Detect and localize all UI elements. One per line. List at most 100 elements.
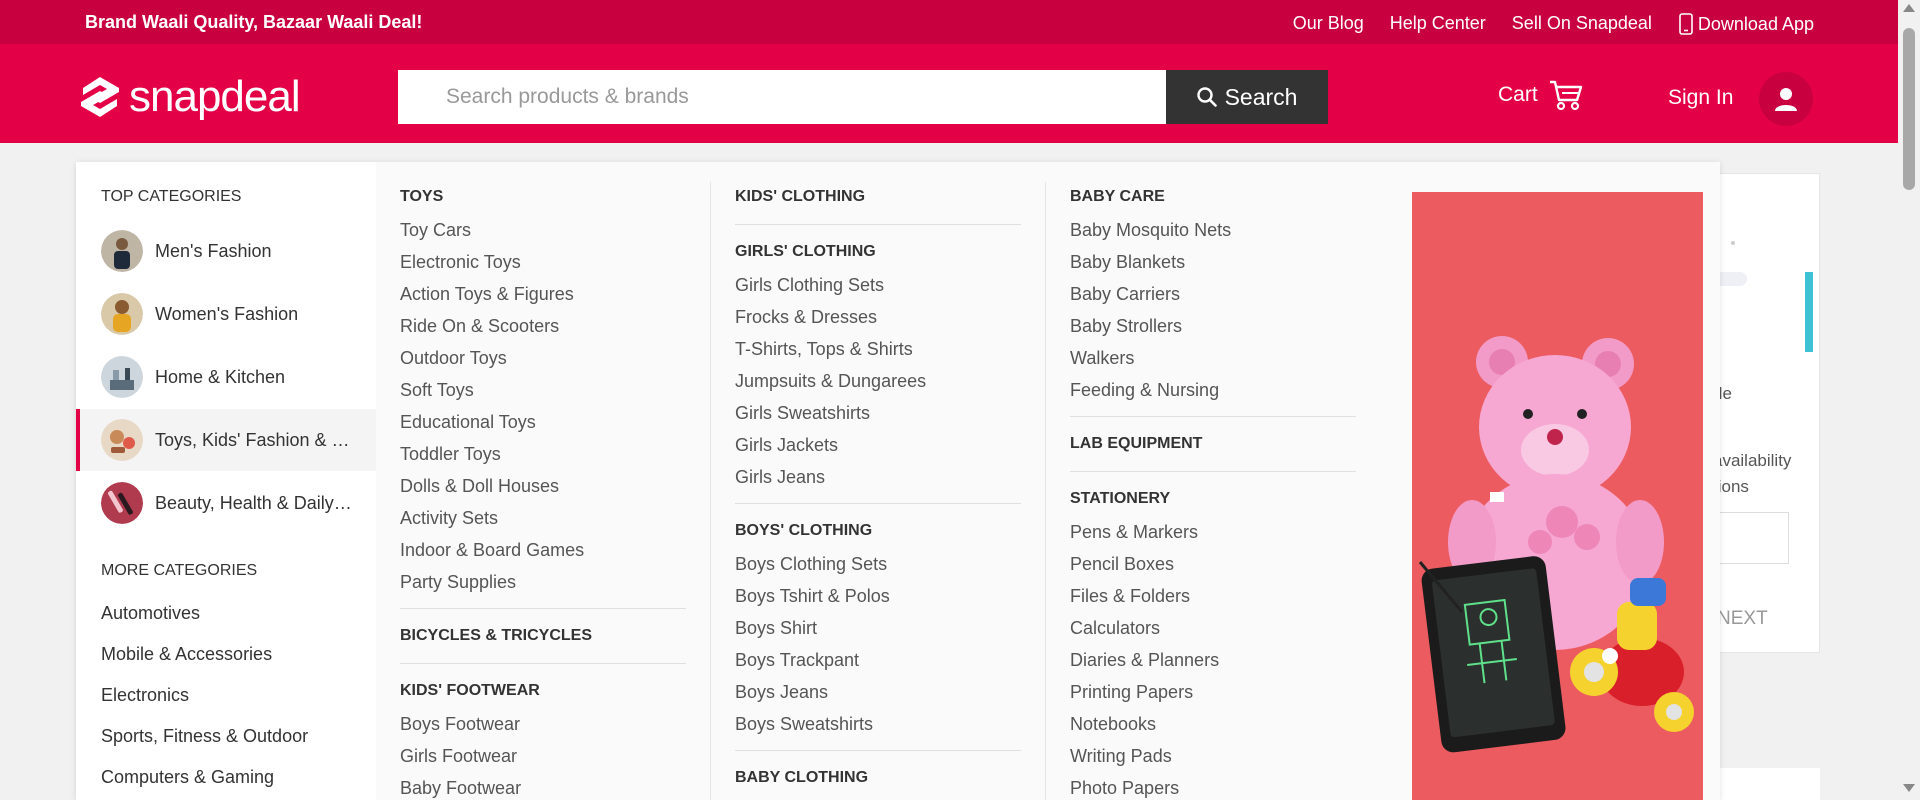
- search-button[interactable]: Search: [1166, 70, 1328, 124]
- menu-item[interactable]: Boys Trackpant: [735, 650, 859, 671]
- tagline: Brand Waali Quality, Bazaar Waali Deal!: [85, 12, 423, 32]
- menu-item[interactable]: Jumpsuits & Dungarees: [735, 371, 926, 392]
- baby-care-heading[interactable]: BABY CARE: [1070, 188, 1165, 206]
- divider: [735, 224, 1021, 225]
- menu-item[interactable]: Toy Cars: [400, 220, 471, 241]
- sidebar-item-label: Men's Fashion: [155, 240, 272, 261]
- column-divider: [1045, 182, 1046, 800]
- search-input[interactable]: [398, 70, 1168, 124]
- menu-item[interactable]: Writing Pads: [1070, 746, 1172, 767]
- sidebar-item-label: Home & Kitchen: [155, 366, 286, 387]
- menu-item[interactable]: Boys Footwear: [400, 714, 520, 735]
- menu-item[interactable]: Girls Jeans: [735, 467, 825, 488]
- menu-item[interactable]: Diaries & Planners: [1070, 650, 1219, 671]
- menu-item[interactable]: T-Shirts, Tops & Shirts: [735, 339, 913, 360]
- menu-item[interactable]: Girls Jackets: [735, 435, 838, 456]
- menu-item[interactable]: Girls Clothing Sets: [735, 275, 884, 296]
- stationery-heading[interactable]: STATIONERY: [1070, 490, 1170, 508]
- more-category-electronics[interactable]: Electronics: [101, 685, 189, 706]
- sell-on-snapdeal-link[interactable]: Sell On Snapdeal: [1512, 13, 1652, 35]
- menu-item[interactable]: Indoor & Board Games: [400, 540, 584, 561]
- menu-item[interactable]: Dolls & Doll Houses: [400, 476, 559, 497]
- menu-item[interactable]: Frocks & Dresses: [735, 307, 877, 328]
- menu-item[interactable]: Baby Blankets: [1070, 252, 1185, 273]
- menu-item[interactable]: Electronic Toys: [400, 252, 521, 273]
- promo-banner-image[interactable]: [1412, 192, 1703, 800]
- toys-heading[interactable]: TOYS: [400, 188, 443, 206]
- background-text-line: availability: [1713, 451, 1792, 470]
- menu-item[interactable]: Baby Strollers: [1070, 316, 1182, 337]
- boys-clothing-heading[interactable]: BOYS' CLOTHING: [735, 522, 872, 540]
- cart-button[interactable]: Cart: [1498, 78, 1584, 112]
- menu-item[interactable]: Notebooks: [1070, 714, 1156, 735]
- sidebar-item-home-kitchen[interactable]: Home & Kitchen: [76, 346, 376, 408]
- menu-item[interactable]: Boys Tshirt & Polos: [735, 586, 890, 607]
- menu-item[interactable]: Boys Shirt: [735, 618, 817, 639]
- menu-item[interactable]: Baby Carriers: [1070, 284, 1180, 305]
- page-scrollbar[interactable]: [1898, 0, 1920, 800]
- menu-item[interactable]: Pens & Markers: [1070, 522, 1198, 543]
- background-card-bottom: [1720, 768, 1820, 800]
- menu-item[interactable]: Boys Clothing Sets: [735, 554, 887, 575]
- sidebar-item-beauty-health[interactable]: Beauty, Health & Daily Needs: [76, 472, 376, 534]
- sidebar-item-mens-fashion[interactable]: Men's Fashion: [76, 220, 376, 282]
- download-app-link[interactable]: Download App: [1678, 13, 1814, 35]
- menu-item[interactable]: Boys Jeans: [735, 682, 828, 703]
- carousel-dot: [1731, 241, 1735, 245]
- divider: [400, 663, 686, 664]
- lab-equipment-heading[interactable]: LAB EQUIPMENT: [1070, 435, 1202, 453]
- sidebar-item-label: Beauty, Health & Daily Needs: [155, 492, 355, 513]
- user-avatar-button[interactable]: [1759, 72, 1813, 126]
- user-icon: [1775, 88, 1797, 111]
- menu-item[interactable]: Action Toys & Figures: [400, 284, 574, 305]
- toys-promo-illustration: [1412, 192, 1703, 800]
- kids-footwear-heading[interactable]: KIDS' FOOTWEAR: [400, 682, 540, 700]
- sidebar-item-womens-fashion[interactable]: Women's Fashion: [76, 283, 376, 345]
- baby-clothing-heading[interactable]: BABY CLOTHING: [735, 769, 868, 787]
- our-blog-link[interactable]: Our Blog: [1293, 13, 1364, 35]
- menu-item[interactable]: Baby Footwear: [400, 778, 521, 799]
- more-category-computers[interactable]: Computers & Gaming: [101, 767, 274, 788]
- girls-clothing-heading[interactable]: GIRLS' CLOTHING: [735, 243, 876, 261]
- menu-item[interactable]: Activity Sets: [400, 508, 498, 529]
- top-categories-heading: TOP CATEGORIES: [101, 188, 242, 205]
- top-bar: Brand Waali Quality, Bazaar Waali Deal! …: [0, 0, 1920, 44]
- menu-item[interactable]: Soft Toys: [400, 380, 474, 401]
- divider: [400, 608, 686, 609]
- menu-item[interactable]: Toddler Toys: [400, 444, 501, 465]
- menu-item[interactable]: Printing Papers: [1070, 682, 1193, 703]
- more-category-mobile[interactable]: Mobile & Accessories: [101, 644, 272, 665]
- snapdeal-logo[interactable]: snapdeal: [77, 72, 301, 122]
- main-header: snapdeal Search Cart Sign In: [0, 44, 1920, 143]
- scroll-up-arrow-icon[interactable]: [1903, 4, 1915, 12]
- bicycles-heading[interactable]: BICYCLES & TRICYCLES: [400, 627, 592, 645]
- divider: [735, 503, 1021, 504]
- menu-item[interactable]: Girls Sweatshirts: [735, 403, 870, 424]
- scrollbar-thumb[interactable]: [1903, 28, 1915, 190]
- menu-item[interactable]: Photo Papers: [1070, 778, 1179, 799]
- menu-item[interactable]: Educational Toys: [400, 412, 536, 433]
- kids-clothing-heading[interactable]: KIDS' CLOTHING: [735, 188, 865, 206]
- menu-item[interactable]: Girls Footwear: [400, 746, 517, 767]
- next-button[interactable]: NEXT: [1717, 608, 1768, 630]
- home-kitchen-thumbnail: [101, 356, 143, 398]
- menu-item[interactable]: Outdoor Toys: [400, 348, 507, 369]
- background-text-fragment-2: availability tions: [1713, 448, 1791, 500]
- logo-text: snapdeal: [129, 72, 301, 121]
- divider: [1070, 416, 1356, 417]
- menu-item[interactable]: Ride On & Scooters: [400, 316, 559, 337]
- sidebar-item-toys-kids-fashion[interactable]: Toys, Kids' Fashion & more: [76, 409, 376, 471]
- menu-item[interactable]: Party Supplies: [400, 572, 516, 593]
- scroll-down-arrow-icon[interactable]: [1903, 784, 1915, 792]
- menu-item[interactable]: Files & Folders: [1070, 586, 1190, 607]
- more-category-sports[interactable]: Sports, Fitness & Outdoor: [101, 726, 308, 747]
- menu-item[interactable]: Pencil Boxes: [1070, 554, 1174, 575]
- help-center-link[interactable]: Help Center: [1390, 13, 1486, 35]
- menu-item[interactable]: Boys Sweatshirts: [735, 714, 873, 735]
- more-category-automotives[interactable]: Automotives: [101, 603, 200, 624]
- menu-item[interactable]: Calculators: [1070, 618, 1160, 639]
- menu-item[interactable]: Baby Mosquito Nets: [1070, 220, 1231, 241]
- menu-item[interactable]: Walkers: [1070, 348, 1134, 369]
- sign-in-link[interactable]: Sign In: [1668, 86, 1733, 110]
- menu-item[interactable]: Feeding & Nursing: [1070, 380, 1219, 401]
